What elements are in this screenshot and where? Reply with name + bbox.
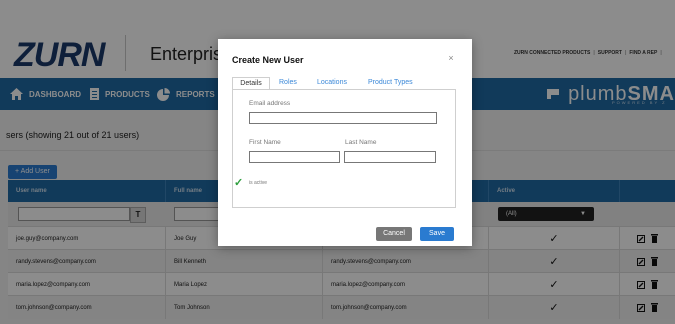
- active-checkbox[interactable]: ✓: [234, 176, 243, 189]
- tab-product-types[interactable]: Product Types: [368, 79, 413, 86]
- details-panel: Email address First Name Last Name: [232, 89, 456, 208]
- first-name-field[interactable]: [249, 151, 340, 163]
- save-button[interactable]: Save: [420, 227, 454, 241]
- cancel-button[interactable]: Cancel: [376, 227, 412, 241]
- last-name-field[interactable]: [344, 151, 436, 163]
- first-name-label: First Name: [249, 139, 281, 146]
- last-name-label: Last Name: [345, 139, 377, 146]
- close-icon[interactable]: ×: [446, 53, 456, 63]
- create-user-dialog: Create New User × Details Roles Location…: [218, 39, 472, 246]
- active-checkbox-label: is active: [249, 180, 268, 186]
- tab-roles[interactable]: Roles: [279, 79, 297, 86]
- email-field[interactable]: [249, 112, 437, 124]
- email-label: Email address: [249, 100, 291, 107]
- tab-locations[interactable]: Locations: [317, 79, 347, 86]
- dialog-title: Create New User: [232, 55, 304, 65]
